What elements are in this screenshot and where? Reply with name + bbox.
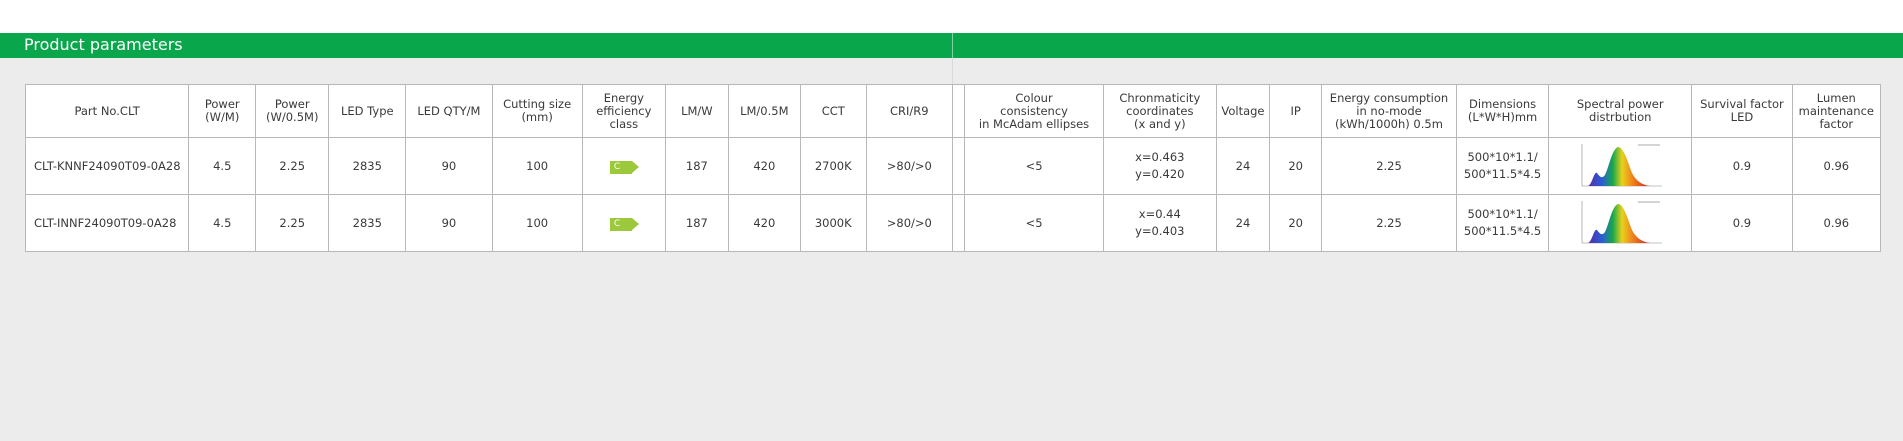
lm-05m-cell: 420 [727, 137, 801, 195]
voltage-cell: 24 [1215, 137, 1271, 195]
column-header: Power (W/0.5M) [255, 84, 330, 138]
led-type-cell: 2835 [328, 137, 407, 195]
voltage-cell: 24 [1215, 194, 1271, 252]
top-margin [0, 0, 1903, 33]
column-header: CRI/R9 [865, 84, 953, 138]
column-header: IP [1269, 84, 1323, 138]
fold-gap-cell [951, 137, 966, 195]
dimensions-line: 500*11.5*4.5 [1463, 167, 1542, 181]
lm-w-cell: 187 [664, 194, 729, 252]
cri-r9-cell: >80/>0 [865, 137, 953, 195]
energy-consumption-cell: 2.25 [1321, 137, 1457, 195]
lm-05m-cell: 420 [727, 194, 801, 252]
energy-class-cell: C [581, 194, 666, 252]
ip-cell: 20 [1269, 137, 1323, 195]
column-header: Voltage [1215, 84, 1271, 138]
column-header: Spectral power distrbution [1548, 84, 1693, 138]
chromaticity-cell: x=0.44 y=0.403 [1103, 194, 1217, 252]
column-header: Chronmaticity coordinates (x and y) [1103, 84, 1217, 138]
dimensions-cell: 500*10*1.1/500*11.5*4.5 [1455, 137, 1550, 195]
chromaticity-y: y=0.420 [1135, 167, 1185, 181]
lumen-maintenance-cell: 0.96 [1791, 137, 1882, 195]
column-header: LED Type [328, 84, 407, 138]
led-qty-cell: 90 [405, 194, 493, 252]
survival-factor-cell: 0.9 [1691, 137, 1793, 195]
chromaticity-x: x=0.463 [1135, 150, 1185, 164]
page-fold-line [952, 58, 953, 86]
column-header: Energy efficiency class [581, 84, 666, 138]
chromaticity-x: x=0.44 [1138, 207, 1181, 221]
spectral-power-cell [1548, 194, 1693, 252]
energy-class-cell: C [581, 137, 666, 195]
cutting-size-cell: 100 [491, 194, 583, 252]
cct-cell: 3000K [799, 194, 867, 252]
energy-class-badge: C [609, 160, 639, 174]
column-header: Part No.CLT [24, 84, 190, 138]
lm-w-cell: 187 [664, 137, 729, 195]
section-title: Product parameters [24, 35, 183, 54]
column-header: Colour consistency in McAdam ellipses [964, 84, 1105, 138]
column-header: Dimensions (L*W*H)mm [1455, 84, 1550, 138]
led-type-cell: 2835 [328, 194, 407, 252]
dimensions-line: 500*11.5*4.5 [1463, 224, 1542, 238]
spectral-distribution-chart [1581, 144, 1663, 187]
energy-consumption-cell: 2.25 [1321, 194, 1457, 252]
part-no-cell: CLT-INNF24090T09-0A28 [24, 194, 190, 252]
led-qty-cell: 90 [405, 137, 493, 195]
dimensions-cell: 500*10*1.1/500*11.5*4.5 [1455, 194, 1550, 252]
power-w05m-cell: 2.25 [255, 194, 330, 252]
column-header [951, 84, 966, 138]
page-fold-divider [952, 33, 953, 58]
product-parameters-table: Part No.CLT Power (W/M) Power (W/0.5M) LED Ty… [24, 84, 1882, 252]
cutting-size-cell: 100 [491, 137, 583, 195]
dimensions-line: 500*10*1.1/ [1467, 207, 1538, 221]
column-header: LED QTY/M [405, 84, 493, 138]
dimensions-line: 500*10*1.1/ [1467, 150, 1538, 164]
power-w05m-cell: 2.25 [255, 137, 330, 195]
colour-consistency-cell: <5 [964, 194, 1105, 252]
power-wm-cell: 4.5 [188, 137, 257, 195]
power-wm-cell: 4.5 [188, 194, 257, 252]
ip-cell: 20 [1269, 194, 1323, 252]
column-header: LM/W [664, 84, 729, 138]
column-header: LM/0.5M [727, 84, 801, 138]
column-header: Energy consumption in no-mode (kWh/1000h) … [1321, 84, 1457, 138]
section-banner: Product parameters [0, 33, 1903, 58]
energy-class-badge: C [609, 217, 639, 231]
chromaticity-y: y=0.403 [1135, 224, 1185, 238]
column-header: Survival factor LED [1691, 84, 1793, 138]
colour-consistency-cell: <5 [964, 137, 1105, 195]
chromaticity-cell: x=0.463 y=0.420 [1103, 137, 1217, 195]
part-no-cell: CLT-KNNF24090T09-0A28 [24, 137, 190, 195]
cri-r9-cell: >80/>0 [865, 194, 953, 252]
column-header: Lumen maintenance factor [1791, 84, 1882, 138]
table-row: CLT-KNNF24090T09-0A28 4.5 2.25 2835 90 100 C 18… [24, 137, 1882, 195]
column-header: Power (W/M) [188, 84, 257, 138]
table-row: CLT-INNF24090T09-0A28 4.5 2.25 2835 90 100 C 18… [24, 194, 1882, 252]
spectral-power-cell [1548, 137, 1693, 195]
column-header: Cutting size (mm) [491, 84, 583, 138]
column-header: CCT [799, 84, 867, 138]
cct-cell: 2700K [799, 137, 867, 195]
survival-factor-cell: 0.9 [1691, 194, 1793, 252]
spectral-distribution-chart [1581, 201, 1663, 244]
lumen-maintenance-cell: 0.96 [1791, 194, 1882, 252]
table-header-row: Part No.CLT Power (W/M) Power (W/0.5M) LED Ty… [24, 84, 1882, 138]
fold-gap-cell [951, 194, 966, 252]
